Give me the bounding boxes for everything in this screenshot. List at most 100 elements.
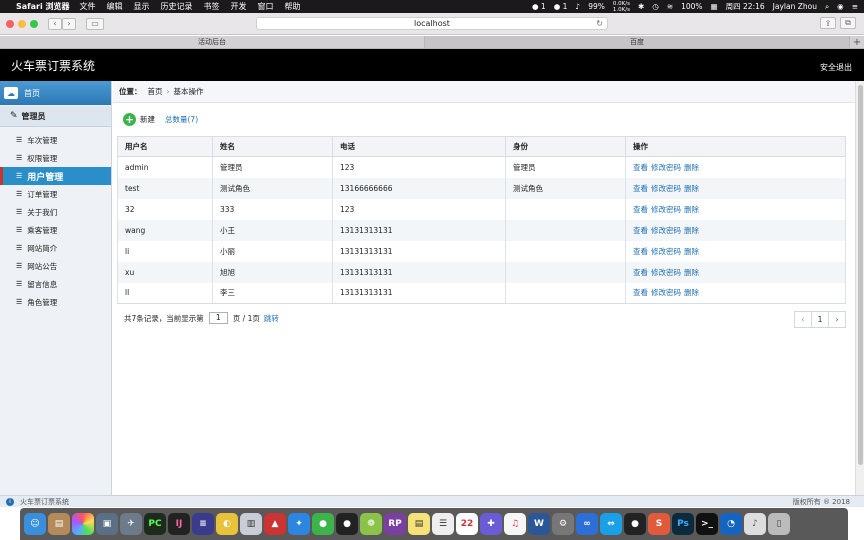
terminal-icon[interactable]: >_ (696, 513, 718, 535)
view-link[interactable]: 查看 (633, 163, 648, 172)
clock-icon[interactable]: ◷ (652, 2, 659, 11)
sidebar-item-about[interactable]: ☰ 关于我们 (0, 203, 111, 221)
reload-icon[interactable]: ↻ (596, 19, 603, 28)
spotlight-icon[interactable]: ⌕ (825, 2, 829, 12)
qq-icon[interactable]: ● (336, 513, 358, 535)
delete-link[interactable]: 删除 (684, 288, 699, 297)
close-window-icon[interactable] (6, 19, 14, 28)
share-icon[interactable]: ⇪ (820, 17, 836, 29)
redis-icon[interactable]: ▲ (264, 513, 286, 535)
tab-admin[interactable]: 活动后台 (0, 36, 425, 48)
reminders-icon[interactable]: ☰ (432, 513, 454, 535)
change-password-link[interactable]: 修改密码 (651, 163, 681, 172)
sidebar-item-users[interactable]: ☰ 用户管理 (0, 167, 111, 185)
next-page-icon[interactable]: › (828, 311, 846, 328)
change-password-link[interactable]: 修改密码 (651, 288, 681, 297)
menu-edit[interactable]: 编辑 (107, 1, 123, 12)
sidebar-item-orders[interactable]: ☰ 订单管理 (0, 185, 111, 203)
view-link[interactable]: 查看 (633, 268, 648, 277)
minimize-window-icon[interactable] (18, 19, 26, 28)
menu-help[interactable]: 帮助 (285, 1, 301, 12)
tabs-overview-icon[interactable]: ⧉ (840, 17, 856, 29)
music-folder-icon[interactable]: ♪ (744, 513, 766, 535)
sublime-icon[interactable]: S (648, 513, 670, 535)
change-password-link[interactable]: 修改密码 (651, 268, 681, 277)
finder-icon[interactable]: ☺ (24, 513, 46, 535)
breadcrumb-home[interactable]: 首页 (148, 86, 163, 97)
safari-icon[interactable]: ✦ (288, 513, 310, 535)
disk-icon[interactable]: ▥ (240, 513, 262, 535)
qq2-icon[interactable]: ● (624, 513, 646, 535)
qq-status-icon[interactable]: ● 1 (532, 2, 546, 11)
notes-icon[interactable]: ▤ (408, 513, 430, 535)
change-password-link[interactable]: 修改密码 (651, 247, 681, 256)
delete-link[interactable]: 删除 (684, 163, 699, 172)
menubar-app-name[interactable]: Safari 浏览器 (16, 1, 70, 12)
launchpad-icon[interactable]: ✈ (120, 513, 142, 535)
menu-history[interactable]: 历史记录 (161, 1, 193, 12)
word-icon[interactable]: W (528, 513, 550, 535)
edge-icon[interactable]: ◔ (720, 513, 742, 535)
itunes-icon[interactable]: ♫ (504, 513, 526, 535)
page-input[interactable]: 1 (208, 312, 228, 324)
sidebar-item-permission[interactable]: ☰ 权限管理 (0, 149, 111, 167)
add-icon[interactable]: + (123, 113, 136, 126)
sidebar-item-train[interactable]: ☰ 车次管理 (0, 131, 111, 149)
page-current[interactable]: 1 (811, 311, 829, 328)
sidebar-item-intro[interactable]: ☰ 网站简介 (0, 239, 111, 257)
bluetooth-icon[interactable]: ✱ (638, 2, 644, 11)
menu-file[interactable]: 文件 (80, 1, 96, 12)
change-password-link[interactable]: 修改密码 (651, 226, 681, 235)
delete-link[interactable]: 删除 (684, 247, 699, 256)
sidebar-group-admin[interactable]: ✎ 管理员 (0, 106, 111, 127)
scroll-thumb[interactable] (858, 85, 863, 465)
page-scrollbar[interactable] (855, 81, 864, 495)
evernote-icon[interactable]: ❁ (360, 513, 382, 535)
sidebar-item-messages[interactable]: ☰ 留言信息 (0, 275, 111, 293)
tab-baidu[interactable]: 百度 (425, 36, 850, 48)
wifi-icon[interactable]: ≋ (667, 2, 673, 11)
clock-text[interactable]: 周四 22:16 (726, 1, 765, 12)
baidu-netdisk-icon[interactable]: ∞ (576, 513, 598, 535)
axure-icon[interactable]: RP (384, 513, 406, 535)
lemon-icon[interactable]: ◐ (216, 513, 238, 535)
view-link[interactable]: 查看 (633, 288, 648, 297)
change-password-link[interactable]: 修改密码 (651, 184, 681, 193)
flag-icon[interactable]: ▦ (711, 2, 718, 11)
menu-bookmarks[interactable]: 书签 (204, 1, 220, 12)
zoom-window-icon[interactable] (30, 19, 38, 28)
terminal-stripes-icon[interactable]: ≡ (192, 513, 214, 535)
forward-icon[interactable]: › (62, 17, 76, 30)
photos-icon[interactable] (72, 513, 94, 535)
back-icon[interactable]: ‹ (48, 17, 62, 30)
menu-window[interactable]: 窗口 (258, 1, 274, 12)
change-password-link[interactable]: 修改密码 (651, 205, 681, 214)
trash-icon[interactable]: ▯ (768, 513, 790, 535)
new-button[interactable]: 新建 (140, 114, 155, 125)
view-link[interactable]: 查看 (633, 226, 648, 235)
contacts-icon[interactable]: ▤ (48, 513, 70, 535)
goto-link[interactable]: 跳转 (264, 313, 279, 324)
view-link[interactable]: 查看 (633, 205, 648, 214)
preview-icon[interactable]: ▣ (96, 513, 118, 535)
total-count-link[interactable]: 总数量(7) (165, 114, 198, 125)
sidebar-home[interactable]: ☁ 首页 (0, 81, 111, 105)
logout-link[interactable]: 安全退出 (820, 62, 852, 73)
menu-develop[interactable]: 开发 (231, 1, 247, 12)
notification-icon[interactable]: ≡ (852, 2, 858, 11)
wechat-icon[interactable]: ● (312, 513, 334, 535)
siri-icon[interactable]: ◉ (837, 2, 844, 11)
view-link[interactable]: 查看 (633, 184, 648, 193)
wechat-status-icon[interactable]: ● 1 (554, 2, 568, 11)
sidebar-item-roles[interactable]: ☰ 角色管理 (0, 293, 111, 311)
user-name[interactable]: Jaylan Zhou (773, 2, 817, 11)
sidebar-item-notice[interactable]: ☰ 网站公告 (0, 257, 111, 275)
maps-icon[interactable]: ✚ (480, 513, 502, 535)
prev-page-icon[interactable]: ‹ (794, 311, 812, 328)
address-bar[interactable]: localhost ↻ (256, 17, 608, 30)
delete-link[interactable]: 删除 (684, 226, 699, 235)
intellij-icon[interactable]: IJ (168, 513, 190, 535)
photoshop-icon[interactable]: Ps (672, 513, 694, 535)
teamviewer-icon[interactable]: ⇔ (600, 513, 622, 535)
view-link[interactable]: 查看 (633, 247, 648, 256)
